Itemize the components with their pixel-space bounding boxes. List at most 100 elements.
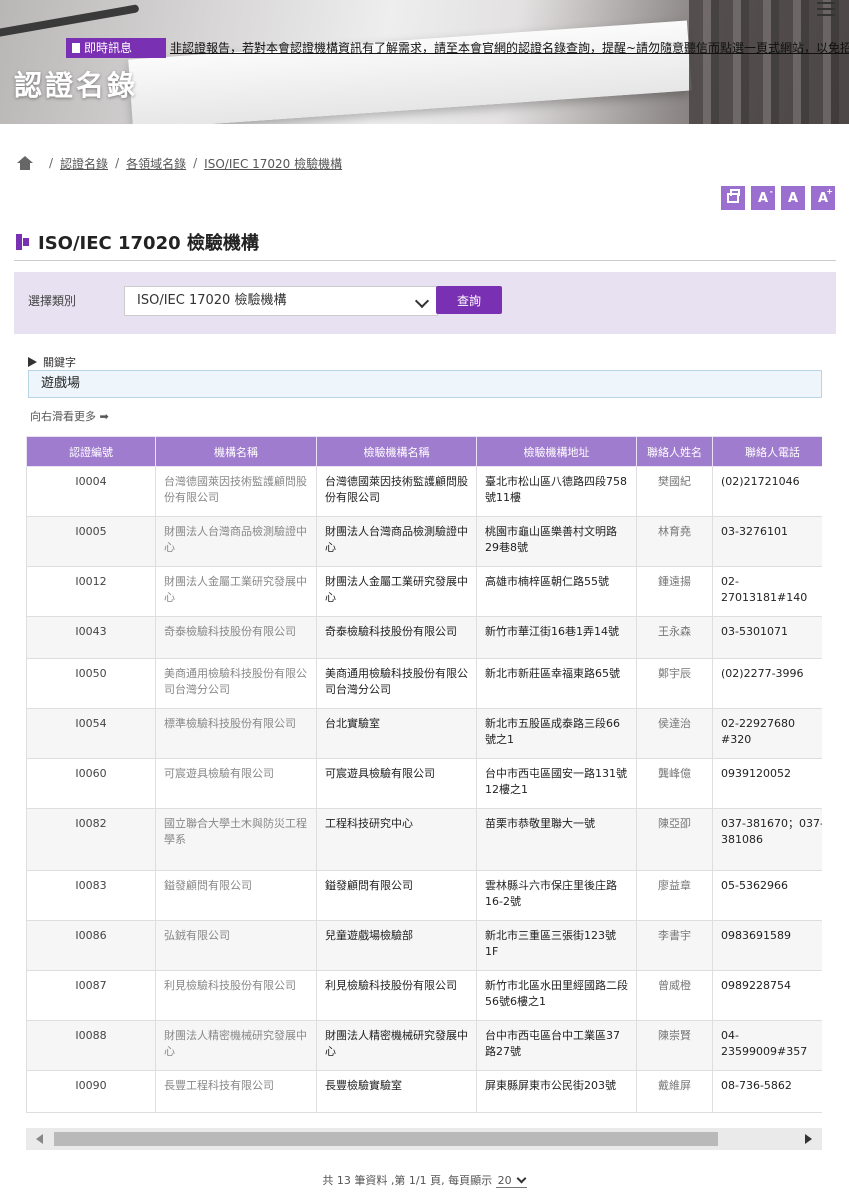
font-small-button[interactable]: A-	[751, 186, 775, 210]
keyword-input[interactable]: 遊戲場	[28, 370, 822, 398]
inspection-body-name: 可宸遊具檢驗有限公司	[316, 758, 477, 809]
cert-code: I0054	[26, 708, 156, 759]
title-divider	[14, 260, 836, 261]
table-row: I0005 財團法人台灣商品檢測驗證中心 財團法人台灣商品檢測驗證中心 桃園市龜…	[26, 516, 822, 567]
inspection-address: 雲林縣斗六市保庄里後庄路16-2號	[476, 870, 637, 921]
cert-code: I0082	[26, 808, 156, 871]
org-name: 奇泰檢驗科技股份有限公司	[155, 616, 317, 659]
flag-icon	[72, 43, 80, 53]
table-row: I0043 奇泰檢驗科技股份有限公司 奇泰檢驗科技股份有限公司 新竹市華江街16…	[26, 616, 822, 659]
keyword-label: 關鍵字	[28, 354, 76, 370]
results-table: 認證編號 機構名稱 檢驗機構名稱 檢驗機構地址 聯絡人姓名 聯絡人電話 I000…	[26, 436, 822, 1113]
paper-decoration	[128, 20, 692, 124]
ticker-label-text: 即時訊息	[84, 41, 133, 55]
cert-code: I0083	[26, 870, 156, 921]
page-tools: A- A A +	[721, 186, 835, 210]
print-button[interactable]	[721, 186, 745, 210]
contact-phone: 037-381670；037-381086	[712, 808, 822, 871]
title-marker-icon	[16, 234, 30, 250]
query-button[interactable]: 查詢	[436, 286, 502, 314]
category-label: 選擇類別	[28, 294, 77, 308]
inspection-body-name: 兒童遊戲場檢驗部	[316, 920, 477, 971]
breadcrumb-item-directory[interactable]: 認證名錄	[60, 155, 108, 172]
contact-phone: (02)21721046	[712, 466, 822, 517]
contact-phone: 0939120052	[712, 758, 822, 809]
category-select-value: ISO/IEC 17020 檢驗機構	[137, 293, 287, 308]
contact-name: 鄭宇辰	[636, 658, 713, 709]
contact-name: 侯達治	[636, 708, 713, 759]
breadcrumb-item-field-directory[interactable]: 各領域名錄	[126, 155, 186, 172]
hamburger-menu-icon[interactable]	[817, 2, 835, 16]
org-name: 財團法人精密機械研究發展中心	[155, 1020, 317, 1071]
category-select[interactable]: ISO/IEC 17020 檢驗機構	[124, 286, 438, 316]
printer-icon	[727, 189, 740, 203]
table-row: I0050 美商通用檢驗科技股份有限公司台灣分公司 美商通用檢驗科技股份有限公司…	[26, 658, 822, 709]
page-title-text: ISO/IEC 17020 檢驗機構	[38, 233, 259, 254]
breadcrumb-item-current[interactable]: ISO/IEC 17020 檢驗機構	[204, 155, 342, 172]
contact-phone: 08-736-5862	[712, 1070, 822, 1113]
pagination-summary: 共 13 筆資料 ,第 1/1 頁, 每頁顯示 20	[0, 1172, 849, 1188]
pen-decoration	[0, 4, 140, 40]
org-name: 財團法人金屬工業研究發展中心	[155, 566, 317, 617]
inspection-body-name: 財團法人金屬工業研究發展中心	[316, 566, 477, 617]
column-header: 認證編號	[26, 436, 156, 467]
font-medium-button[interactable]: A	[781, 186, 805, 210]
table-row: I0082 國立聯合大學土木與防災工程學系 工程科技研究中心 苗栗市恭敬里聯大一…	[26, 808, 822, 871]
cert-code: I0043	[26, 616, 156, 659]
contact-phone: 0983691589	[712, 920, 822, 971]
scroll-hint: 向右滑看更多 ➡	[30, 410, 109, 423]
font-large-button[interactable]: A +	[811, 186, 835, 210]
inspection-address: 新竹市北區水田里經國路二段56號6樓之1	[476, 970, 637, 1021]
table-header-row: 認證編號 機構名稱 檢驗機構名稱 檢驗機構地址 聯絡人姓名 聯絡人電話	[26, 436, 822, 467]
results-table-container[interactable]: 認證編號 機構名稱 檢驗機構名稱 檢驗機構地址 聯絡人姓名 聯絡人電話 I000…	[26, 436, 822, 1114]
per-page-select[interactable]: 20	[495, 1173, 527, 1188]
page-title: ISO/IEC 17020 檢驗機構	[16, 229, 259, 255]
contact-phone: 0989228754	[712, 970, 822, 1021]
table-row: I0004 台灣德國萊因技術監護顧問股份有限公司 台灣德國萊因技術監護顧問股份有…	[26, 466, 822, 517]
contact-name: 王永森	[636, 616, 713, 659]
contact-name: 樊國紀	[636, 466, 713, 517]
scroll-right-icon[interactable]	[805, 1134, 812, 1144]
column-header: 聯絡人電話	[712, 436, 822, 467]
inspection-address: 新北市三重區三張街123號1F	[476, 920, 637, 971]
cert-code: I0087	[26, 970, 156, 1021]
org-name: 國立聯合大學土木與防災工程學系	[155, 808, 317, 871]
inspection-address: 新北市五股區成泰路三段66號之1	[476, 708, 637, 759]
org-name: 可宸遊具檢驗有限公司	[155, 758, 317, 809]
contact-phone: 02-22927680 #320	[712, 708, 822, 759]
table-row: I0090 長豐工程科技有限公司 長豐檢驗實驗室 屏東縣屏東市公民街203號 戴…	[26, 1070, 822, 1113]
contact-phone: 04-23599009#357	[712, 1020, 822, 1071]
pagination-text: 共 13 筆資料 ,第 1/1 頁, 每頁顯示	[322, 1174, 493, 1187]
inspection-address: 臺北市松山區八德路四段758號11樓	[476, 466, 637, 517]
inspection-address: 桃園市龜山區樂善村文明路29巷8號	[476, 516, 637, 567]
inspection-address: 屏東縣屏東市公民街203號	[476, 1070, 637, 1113]
inspection-body-name: 鎰發顧問有限公司	[316, 870, 477, 921]
bookshelf-decoration	[689, 0, 849, 124]
inspection-body-name: 長豐檢驗實驗室	[316, 1070, 477, 1113]
inspection-body-name: 美商通用檢驗科技股份有限公司台灣分公司	[316, 658, 477, 709]
table-row: I0087 利見檢驗科技股份有限公司 利見檢驗科技股份有限公司 新竹市北區水田里…	[26, 970, 822, 1021]
table-row: I0060 可宸遊具檢驗有限公司 可宸遊具檢驗有限公司 台中市西屯區國安一路13…	[26, 758, 822, 809]
contact-name: 廖益章	[636, 870, 713, 921]
inspection-body-name: 財團法人台灣商品檢測驗證中心	[316, 516, 477, 567]
scrollbar-thumb[interactable]	[54, 1132, 718, 1146]
inspection-body-name: 工程科技研究中心	[316, 808, 477, 871]
inspection-body-name: 奇泰檢驗科技股份有限公司	[316, 616, 477, 659]
column-header: 檢驗機構名稱	[316, 436, 477, 467]
header-banner: 認證名錄 即時訊息 非認證報告，若對本會認證機構資訊有了解需求，請至本會官網的認…	[0, 0, 849, 124]
home-icon[interactable]	[16, 156, 34, 170]
ticker-link[interactable]: 非認證報告，若對本會認證機構資訊有了解需求，請至本會官網的認證名錄查詢，提醒~請…	[170, 38, 849, 58]
scroll-left-icon[interactable]	[36, 1134, 43, 1144]
inspection-body-name: 財團法人精密機械研究發展中心	[316, 1020, 477, 1071]
filter-bar: 選擇類別 ISO/IEC 17020 檢驗機構 查詢	[14, 272, 836, 334]
cert-code: I0088	[26, 1020, 156, 1071]
breadcrumb: / 認證名錄 / 各領域名錄 / ISO/IEC 17020 檢驗機構	[16, 155, 342, 171]
table-row: I0083 鎰發顧問有限公司 鎰發顧問有限公司 雲林縣斗六市保庄里後庄路16-2…	[26, 870, 822, 921]
inspection-body-name: 台北實驗室	[316, 708, 477, 759]
horizontal-scrollbar[interactable]	[26, 1128, 822, 1150]
contact-name: 李書宇	[636, 920, 713, 971]
cert-code: I0005	[26, 516, 156, 567]
contact-name: 林育堯	[636, 516, 713, 567]
cert-code: I0004	[26, 466, 156, 517]
cert-code: I0050	[26, 658, 156, 709]
